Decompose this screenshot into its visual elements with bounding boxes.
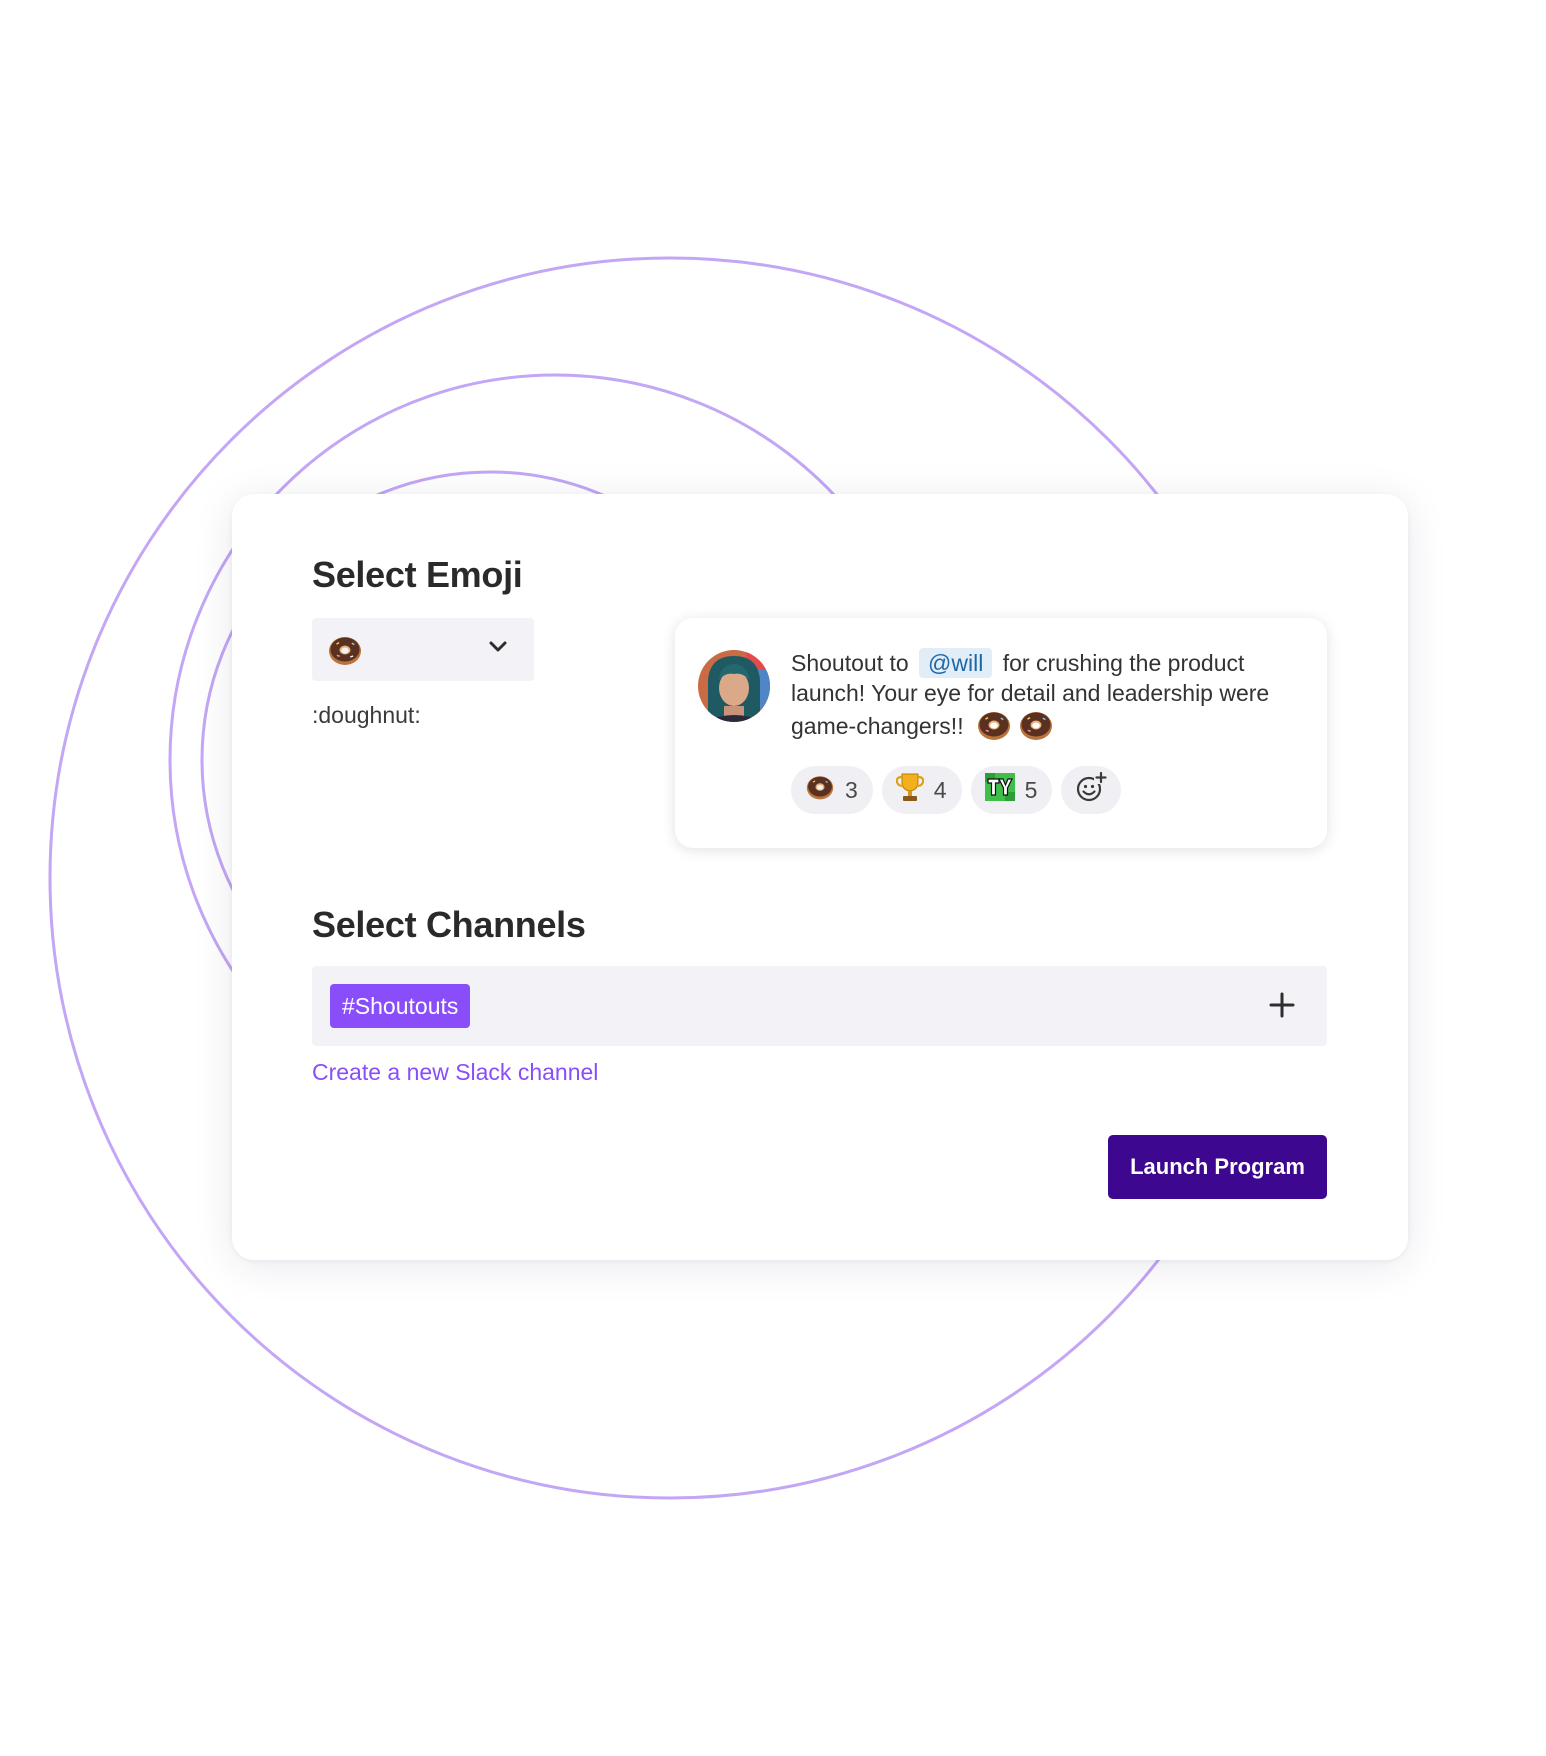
reaction-count: 4 xyxy=(933,776,947,803)
reaction-count: 3 xyxy=(845,776,858,803)
message-preview: Shoutout to @will for crushing the produ… xyxy=(675,618,1327,848)
reaction-trophy[interactable]: 4 xyxy=(881,766,962,814)
add-reaction-icon xyxy=(1075,771,1108,809)
chevron-down-icon xyxy=(488,640,508,659)
reactions-row: 3 4 5 xyxy=(791,766,1122,814)
select-emoji-title: Select Emoji xyxy=(312,554,523,595)
program-setup-card: Select Emoji :doughnut: Shoutout to @wil… xyxy=(232,494,1408,1260)
add-reaction-button[interactable] xyxy=(1061,766,1122,814)
reaction-doughnut[interactable]: 3 xyxy=(791,766,873,814)
channel-chip[interactable]: #Shoutouts xyxy=(330,984,471,1028)
launch-program-button[interactable]: Launch Program xyxy=(1108,1135,1327,1199)
channel-select-field[interactable]: #Shoutouts xyxy=(312,966,1327,1046)
ty-icon xyxy=(984,773,1015,807)
avatar xyxy=(698,650,770,722)
create-slack-channel-link[interactable]: Create a new Slack channel xyxy=(312,1059,598,1086)
emoji-code-label: :doughnut: xyxy=(312,702,421,728)
reaction-count: 5 xyxy=(1024,776,1038,803)
message-text: Shoutout to @will for crushing the produ… xyxy=(791,648,1301,749)
add-channel-plus-icon[interactable] xyxy=(1267,990,1297,1025)
emoji-select-dropdown[interactable] xyxy=(312,618,534,681)
user-mention[interactable]: @will xyxy=(919,648,993,678)
doughnut-icon xyxy=(328,633,362,672)
doughnut-icon xyxy=(805,773,835,807)
trophy-icon xyxy=(895,772,925,808)
doughnut-icon xyxy=(976,708,1012,749)
reaction-ty[interactable]: 5 xyxy=(970,766,1053,814)
select-channels-title: Select Channels xyxy=(312,904,586,945)
message-text-before: Shoutout to xyxy=(791,650,909,676)
doughnut-icon xyxy=(1018,708,1054,749)
